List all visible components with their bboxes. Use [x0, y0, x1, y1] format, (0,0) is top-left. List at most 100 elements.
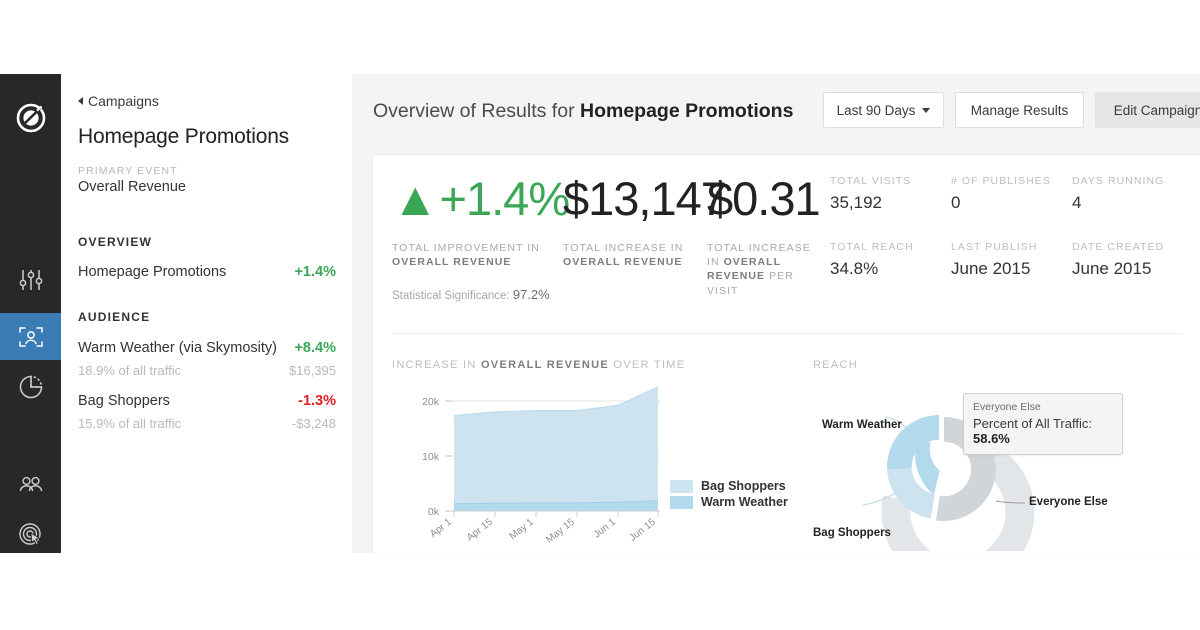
audience-heading: AUDIENCE — [78, 310, 151, 324]
audience-row-bag-shoppers[interactable]: Bag Shoppers -1.3% — [78, 393, 336, 409]
chevron-left-icon — [78, 97, 83, 105]
caption-bold: OVERALL REVENUE — [392, 256, 512, 269]
caption-bold: OVERALL REVENUE — [563, 256, 683, 269]
kpi-value: 4 — [1072, 193, 1082, 212]
results-card: ▲ +1.4% TOTAL IMPROVEMENT IN OVERALL REVE… — [373, 155, 1200, 589]
kpi-label: TOTAL VISITS — [830, 175, 912, 187]
results-title-prefix: Overview of Results for — [373, 100, 580, 122]
audience-row-warm-weather-sub: 18.9% of all traffic $16,395 — [78, 363, 336, 378]
caption-pre: TOTAL INCREASE IN — [563, 242, 684, 254]
svg-text:Apr 1: Apr 1 — [428, 516, 454, 540]
target-click-icon — [17, 521, 45, 547]
kpi-value: June 2015 — [1072, 259, 1152, 278]
audience-row-amount: $16,395 — [289, 363, 336, 378]
primary-event-label: PRIMARY EVENT — [78, 165, 178, 177]
svg-text:Jun 15: Jun 15 — [627, 516, 658, 543]
optimizely-logo-icon[interactable] — [0, 96, 61, 140]
audience-row-amount: -$3,248 — [291, 416, 336, 431]
sidebar-item-targeting[interactable] — [0, 510, 61, 557]
breadcrumb-label: Campaigns — [88, 93, 159, 109]
sidebar-item-collaborators[interactable] — [0, 460, 61, 507]
icon-rail — [0, 74, 61, 553]
results-title: Overview of Results for Homepage Promoti… — [373, 100, 793, 123]
kpi-total-reach: TOTAL REACH 34.8% — [830, 241, 948, 279]
tooltip-metric-value: 58.6% — [973, 430, 1010, 446]
svg-text:May 1: May 1 — [508, 516, 537, 542]
stat-total-increase-value: $13,147 — [563, 172, 727, 225]
stat-improvement-value-wrap: ▲ +1.4% — [392, 172, 570, 225]
overview-heading: OVERVIEW — [78, 235, 153, 249]
svg-text:May 15: May 15 — [544, 516, 577, 545]
statistical-significance: Statistical Significance: 97.2% — [392, 287, 550, 302]
legend-label: Warm Weather — [701, 495, 788, 509]
audience-frame-icon — [17, 324, 45, 350]
pie-chart-icon — [17, 374, 45, 400]
chevron-down-icon — [922, 107, 931, 113]
legend-label: Bag Shoppers — [701, 479, 786, 493]
audience-row-value: -1.3% — [298, 393, 336, 409]
tooltip-series-name: Everyone Else — [973, 401, 1041, 413]
tooltip-metric-label: Percent of All Traffic: — [973, 415, 1092, 431]
svg-text:Apr 15: Apr 15 — [465, 516, 495, 543]
app-root: Campaigns Homepage Promotions PRIMARY EV… — [0, 74, 1200, 589]
main-content: Overview of Results for Homepage Promoti… — [352, 74, 1200, 589]
area-chart: 20k 10k 0k Apr 1 Apr 15 May 1 May 15 Jun… — [392, 381, 792, 551]
kpi-last-publish: LAST PUBLISH June 2015 — [951, 241, 1069, 279]
audience-row-value: +8.4% — [294, 340, 336, 356]
stat-improvement-caption: TOTAL IMPROVEMENT IN OVERALL REVENUE — [392, 241, 567, 269]
donut-label-everyone-else: Everyone Else — [1029, 496, 1108, 508]
primary-event-value: Overall Revenue — [78, 179, 186, 195]
breadcrumb[interactable]: Campaigns — [78, 93, 159, 109]
significance-label: Statistical Significance: — [392, 290, 513, 302]
svg-text:0k: 0k — [428, 506, 440, 518]
kpi-value: 35,192 — [830, 193, 882, 212]
area-title-post: OVER TIME — [609, 359, 686, 371]
kpi-label: # OF PUBLISHES — [951, 175, 1051, 187]
stat-total-improvement: ▲ +1.4% TOTAL IMPROVEMENT IN OVERALL REVE… — [392, 172, 570, 269]
audience-row-traffic: 18.9% of all traffic — [78, 363, 182, 378]
kpi-date-created: DATE CREATED June 2015 — [1072, 241, 1190, 279]
kpi-value: 0 — [951, 193, 961, 212]
caption-pre: TOTAL IMPROVEMENT IN — [392, 242, 540, 254]
legend-swatch-icon — [670, 495, 693, 509]
audience-row-label: Bag Shoppers — [78, 393, 170, 409]
legend-item-bag-shoppers[interactable]: Bag Shoppers — [670, 479, 788, 493]
sidebar-item-audiences[interactable] — [0, 313, 61, 360]
sidebar-item-results[interactable] — [0, 363, 61, 410]
legend-swatch-icon — [670, 479, 693, 493]
area-chart-title: INCREASE IN OVERALL REVENUE OVER TIME — [392, 359, 685, 371]
stat-increase-per-visit: $0.31 TOTAL INCREASE IN OVERALL REVENUE … — [707, 172, 821, 298]
edit-campaign-button[interactable]: Edit Campaign — [1095, 92, 1200, 128]
significance-value: 97.2% — [512, 287, 550, 302]
reach-title: REACH — [813, 359, 859, 371]
sidebar-item-experiments[interactable] — [0, 256, 61, 303]
kpi-value: June 2015 — [951, 259, 1031, 278]
date-range-button[interactable]: Last 90 Days — [823, 92, 944, 128]
kpi-label: LAST PUBLISH — [951, 241, 1038, 253]
campaign-panel: Campaigns Homepage Promotions PRIMARY EV… — [61, 74, 352, 553]
area-title-pre: INCREASE IN — [392, 359, 481, 371]
audience-row-warm-weather[interactable]: Warm Weather (via Skymosity) +8.4% — [78, 340, 336, 356]
overview-row-value: +1.4% — [294, 264, 336, 280]
reach-donut-chart: Warm Weather Bag Shoppers Everyone Else … — [813, 381, 1200, 589]
tooltip-metric: Percent of All Traffic: 58.6% — [973, 416, 1113, 446]
audience-row-bag-shoppers-sub: 15.9% of all traffic -$3,248 — [78, 416, 336, 431]
svg-text:Jun 1: Jun 1 — [592, 516, 618, 540]
kpi-label: TOTAL REACH — [830, 241, 914, 253]
results-title-campaign: Homepage Promotions — [579, 100, 794, 122]
stat-per-visit-value: $0.31 — [707, 172, 821, 225]
kpi-label: DATE CREATED — [1072, 241, 1165, 253]
kpi-days-running: DAYS RUNNING 4 — [1072, 175, 1190, 213]
kpi-total-visits: TOTAL VISITS 35,192 — [830, 175, 948, 213]
people-icon — [17, 471, 45, 497]
legend-item-warm-weather[interactable]: Warm Weather — [670, 495, 788, 509]
card-divider — [392, 333, 1181, 334]
donut-label-bag-shoppers: Bag Shoppers — [813, 527, 891, 539]
kpi-number-of-publishes: # OF PUBLISHES 0 — [951, 175, 1069, 213]
manage-results-button[interactable]: Manage Results — [955, 92, 1084, 128]
area-chart-svg: 20k 10k 0k Apr 1 Apr 15 May 1 May 15 Jun… — [422, 386, 660, 546]
hero-stats: ▲ +1.4% TOTAL IMPROVEMENT IN OVERALL REVE… — [373, 155, 1200, 325]
donut-tooltip: Everyone Else Percent of All Traffic: 58… — [963, 393, 1123, 455]
overview-row-homepage-promotions[interactable]: Homepage Promotions +1.4% — [78, 264, 336, 280]
arrow-up-icon: ▲ — [392, 172, 439, 225]
